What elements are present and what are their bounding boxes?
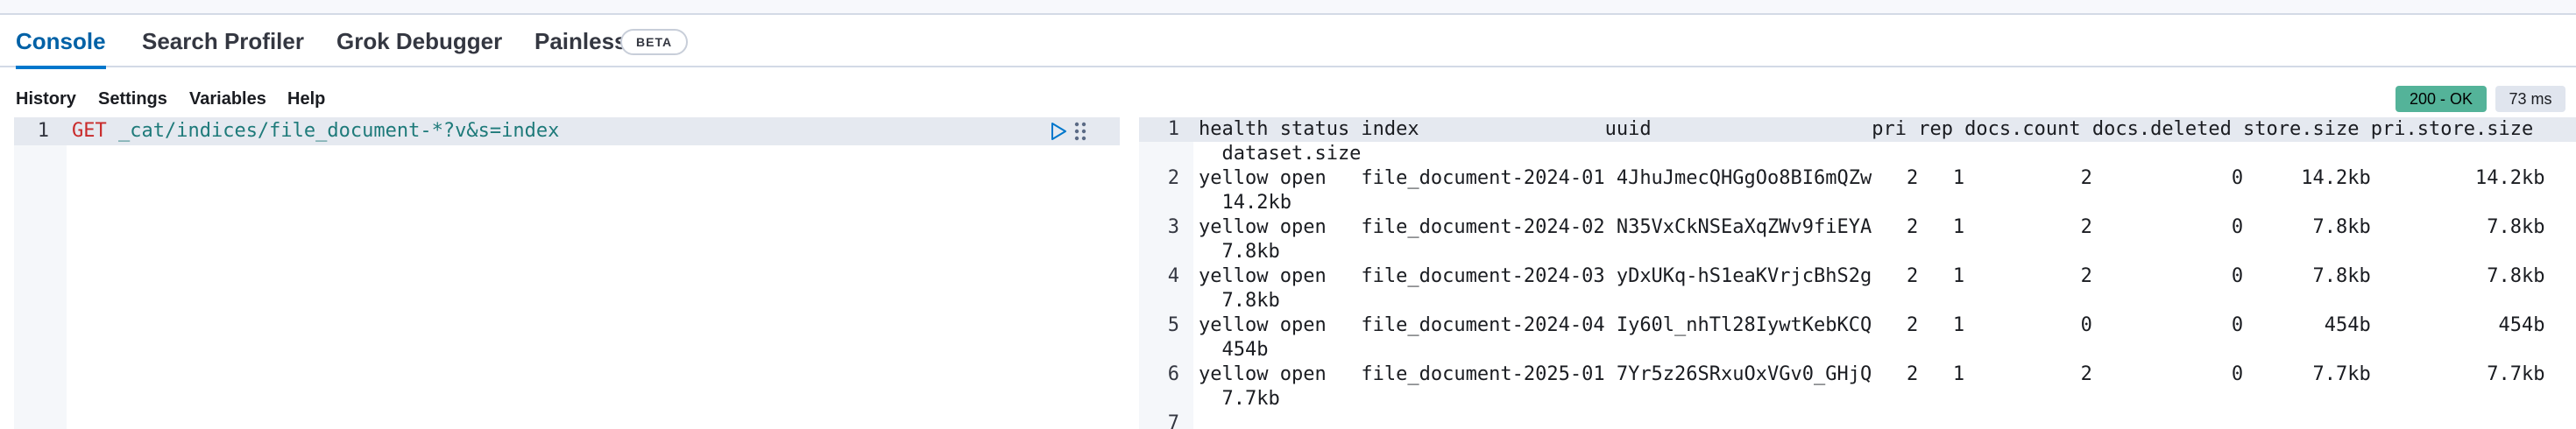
output-line-number: 6: [1167, 363, 1179, 385]
output-line-number: 7: [1167, 412, 1179, 429]
wrench-icon[interactable]: [1074, 121, 1086, 142]
output-row-wrap: 7.8kb: [1199, 290, 1280, 312]
top-strip: [0, 0, 2576, 15]
output-row: yellow open file_document-2024-03 yDxUKq…: [1199, 265, 2545, 287]
response-output: 1 2 3 4 5 6 7 health status index uuid p…: [1136, 117, 2576, 429]
output-row: yellow open file_document-2025-01 7Yr5z2…: [1199, 363, 2545, 385]
panel-resizer[interactable]: [1120, 117, 1136, 429]
beta-badge: BETA: [620, 29, 689, 55]
request-line[interactable]: GET _cat/indices/file_document-*?v&s=ind…: [72, 117, 559, 145]
output-line-number: 3: [1167, 216, 1179, 238]
output-row: yellow open file_document-2024-01 4JhuJm…: [1199, 167, 2545, 189]
request-method: GET: [72, 120, 107, 142]
menu-variables[interactable]: Variables: [189, 84, 266, 114]
output-row-wrap: 7.8kb: [1199, 241, 1280, 263]
output-line-number: 4: [1167, 265, 1179, 287]
output-row: yellow open file_document-2024-04 Iy60l_…: [1199, 314, 2545, 336]
play-icon[interactable]: [1048, 121, 1069, 142]
output-row: yellow open file_document-2024-02 N35VxC…: [1199, 216, 2545, 238]
tab-grok-debugger[interactable]: Grok Debugger: [336, 15, 502, 67]
output-row-wrap: 7.7kb: [1199, 388, 1280, 410]
request-time-badge: 73 ms: [2495, 86, 2565, 112]
menu-help[interactable]: Help: [287, 84, 325, 114]
output-header-wrap: dataset.size: [1199, 143, 1362, 165]
menu-history[interactable]: History: [16, 84, 76, 114]
menu-settings[interactable]: Settings: [98, 84, 167, 114]
status-badge: 200 - OK: [2396, 86, 2487, 112]
tab-search-profiler[interactable]: Search Profiler: [142, 15, 304, 67]
output-row-wrap: 14.2kb: [1199, 192, 1292, 214]
tab-console[interactable]: Console: [16, 15, 106, 69]
app-tabs: Console Search Profiler Grok Debugger Pa…: [0, 15, 2576, 69]
request-path: _cat/indices/file_document-*?v&s=index: [106, 120, 560, 142]
editor-line-number: 1: [37, 120, 49, 142]
editor-gutter: [14, 117, 67, 429]
output-row-wrap: 454b: [1199, 339, 1269, 361]
output-line-number: 1: [1167, 118, 1179, 140]
output-line-number: 5: [1167, 314, 1179, 336]
request-editor[interactable]: 1 GET _cat/indices/file_document-*?v&s=i…: [0, 117, 1120, 429]
output-header-row: health status index uuid pri rep docs.co…: [1199, 118, 2534, 140]
output-line-number: 2: [1167, 167, 1179, 189]
